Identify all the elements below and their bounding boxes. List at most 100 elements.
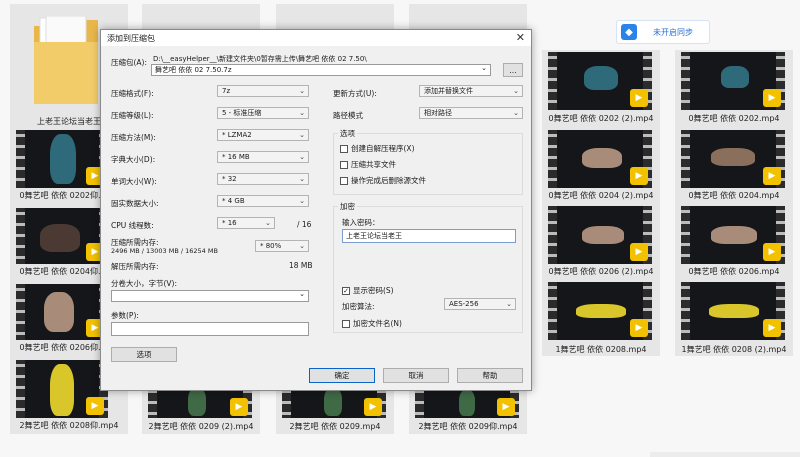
video-tile[interactable]: ▶ 0舞艺吧 依依 0206.mp4: [675, 204, 793, 280]
word-select[interactable]: * 32 ⌄: [217, 173, 309, 185]
ok-button[interactable]: 确定: [309, 368, 375, 383]
word-label: 单词大小(W):: [111, 177, 157, 186]
add-to-archive-dialog: 添加到压缩包 ✕ 压缩包(A): D:\__easyHelper__\新建文件夹…: [100, 29, 532, 391]
memory-select[interactable]: * 80% ⌄: [255, 240, 309, 252]
film-strip: [16, 208, 25, 264]
dancer-figure: [50, 364, 74, 416]
encryption-group-title: 加密: [338, 201, 357, 212]
delete-after-label: 操作完成后删除源文件: [351, 176, 426, 185]
dancer-figure: [582, 226, 624, 244]
show-password-checkbox[interactable]: ✓ 显示密码(S): [342, 285, 394, 296]
split-combobox[interactable]: ⌄: [111, 290, 309, 302]
chevron-down-icon: ⌄: [513, 87, 519, 95]
delete-after-checkbox[interactable]: 操作完成后删除源文件: [340, 175, 426, 186]
cancel-button[interactable]: 取消: [383, 368, 449, 383]
film-strip: [16, 360, 25, 418]
dancer-figure: [709, 304, 759, 318]
video-tile[interactable]: ▶ 0舞艺吧 依依 0204 (2).mp4: [542, 128, 660, 204]
format-value: 7z: [222, 87, 231, 95]
params-label: 参数(P):: [111, 311, 139, 320]
word-value: * 32: [222, 175, 237, 183]
help-button[interactable]: 帮助: [457, 368, 523, 383]
video-tile[interactable]: ▶ 1舞艺吧 依依 0208 (2).mp4: [675, 280, 793, 356]
encryption-method-select[interactable]: AES-256 ⌄: [444, 298, 516, 310]
player-icon: ▶: [630, 167, 648, 185]
params-input[interactable]: [111, 322, 309, 336]
password-input[interactable]: 上老王论坛当老王: [342, 229, 516, 243]
chevron-down-icon: ⌄: [299, 197, 305, 205]
chevron-down-icon: ⌄: [299, 109, 305, 117]
dancer-figure: [324, 388, 342, 416]
archive-label: 压缩包(A):: [111, 58, 148, 67]
update-label: 更新方式(U):: [333, 89, 377, 98]
player-icon: ▶: [763, 243, 781, 261]
film-strip: [681, 206, 690, 264]
video-tile[interactable]: ▶ 2舞艺吧 依依 0209 (2).mp4: [142, 384, 260, 434]
method-select[interactable]: * LZMA2 ⌄: [217, 129, 309, 141]
video-tile[interactable]: [142, 4, 260, 30]
dialog-title: 添加到压缩包: [107, 34, 155, 43]
dancer-figure: [711, 148, 755, 166]
video-tile[interactable]: ▶ 0舞艺吧 依依 0202 (2).mp4: [542, 50, 660, 128]
level-label: 压缩等级(L):: [111, 111, 154, 120]
archive-name-combobox[interactable]: 舞艺吧 依依 02 7.50.7z ⌄: [151, 64, 491, 76]
browse-button[interactable]: ...: [503, 63, 523, 77]
video-tile[interactable]: [409, 4, 527, 30]
update-select[interactable]: 添加并替换文件 ⌄: [419, 85, 523, 97]
sfx-checkbox[interactable]: 创建自解压程序(X): [340, 143, 415, 154]
folder-icon: [34, 16, 98, 104]
player-icon: ▶: [364, 398, 382, 416]
file-name: 2舞艺吧 依依 0209.mp4: [289, 422, 381, 431]
sync-status-button[interactable]: ◆ 未开启同步: [616, 20, 710, 44]
film-strip: [681, 282, 690, 340]
solid-value: * 4 GB: [222, 197, 245, 205]
chevron-down-icon: ⌄: [513, 109, 519, 117]
shared-files-checkbox[interactable]: 压缩共享文件: [340, 159, 396, 170]
file-name: 0舞艺吧 依依 0202.mp4: [688, 114, 780, 123]
format-select[interactable]: 7z ⌄: [217, 85, 309, 97]
checkbox-box: [342, 319, 350, 328]
level-value: 5 - 标准压缩: [222, 109, 262, 117]
encryption-method-value: AES-256: [449, 300, 479, 308]
dancer-figure: [188, 388, 206, 416]
video-tile[interactable]: ▶ 0舞艺吧 依依 0202.mp4: [675, 50, 793, 128]
video-tile[interactable]: ▶ 2舞艺吧 依依 0209仰.mp4: [409, 384, 527, 434]
dancer-figure: [40, 224, 80, 252]
level-select[interactable]: 5 - 标准压缩 ⌄: [217, 107, 309, 119]
video-thumbnail: ▶: [16, 208, 108, 264]
video-tile[interactable]: [276, 4, 394, 30]
film-strip: [16, 130, 25, 188]
archive-name-value: 舞艺吧 依依 02 7.50.7z: [155, 66, 232, 74]
solid-select[interactable]: * 4 GB ⌄: [217, 195, 309, 207]
dict-label: 字典大小(D):: [111, 155, 156, 164]
film-strip: [548, 282, 557, 340]
threads-select[interactable]: * 16 ⌄: [217, 217, 275, 229]
dancer-figure: [582, 148, 622, 168]
threads-label: CPU 线程数:: [111, 221, 154, 230]
options-button[interactable]: 选项: [111, 347, 177, 362]
video-thumbnail: ▶: [16, 130, 108, 188]
chevron-down-icon: ⌄: [299, 242, 305, 250]
video-tile[interactable]: ▶ 0舞艺吧 依依 0204.mp4: [675, 128, 793, 204]
encrypt-names-label: 加密文件名(N): [353, 319, 402, 328]
chevron-down-icon: ⌄: [299, 175, 305, 183]
encrypt-names-checkbox[interactable]: 加密文件名(N): [342, 318, 402, 329]
close-icon[interactable]: ✕: [516, 31, 525, 44]
chevron-down-icon: ⌄: [299, 290, 305, 298]
video-thumbnail: ▶: [681, 52, 785, 110]
video-thumbnail: ▶: [548, 282, 652, 340]
archive-path: D:\__easyHelper__\新建文件夹\0暂存需上传\舞艺吧 依依 02…: [153, 55, 367, 63]
video-tile[interactable]: ▶ 2舞艺吧 依依 0209.mp4: [276, 384, 394, 434]
encryption-group: 加密 输入密码： 上老王论坛当老王 ✓ 显示密码(S) 加密算法: AES-25…: [333, 201, 523, 333]
pathmode-select[interactable]: 相对路径 ⌄: [419, 107, 523, 119]
file-name: 1舞艺吧 依依 0208 (2).mp4: [681, 345, 787, 354]
dict-select[interactable]: * 16 MB ⌄: [217, 151, 309, 163]
video-thumbnail: ▶: [16, 360, 108, 418]
video-tile[interactable]: ▶ 0舞艺吧 依依 0206 (2).mp4: [542, 204, 660, 280]
decomp-value: 18 MB: [289, 261, 313, 270]
video-tile[interactable]: ▶ 1舞艺吧 依依 0208.mp4: [542, 280, 660, 356]
chevron-down-icon: ⌄: [481, 64, 487, 72]
player-icon: ▶: [630, 243, 648, 261]
threads-value: * 16: [222, 219, 237, 227]
film-strip: [548, 52, 557, 110]
